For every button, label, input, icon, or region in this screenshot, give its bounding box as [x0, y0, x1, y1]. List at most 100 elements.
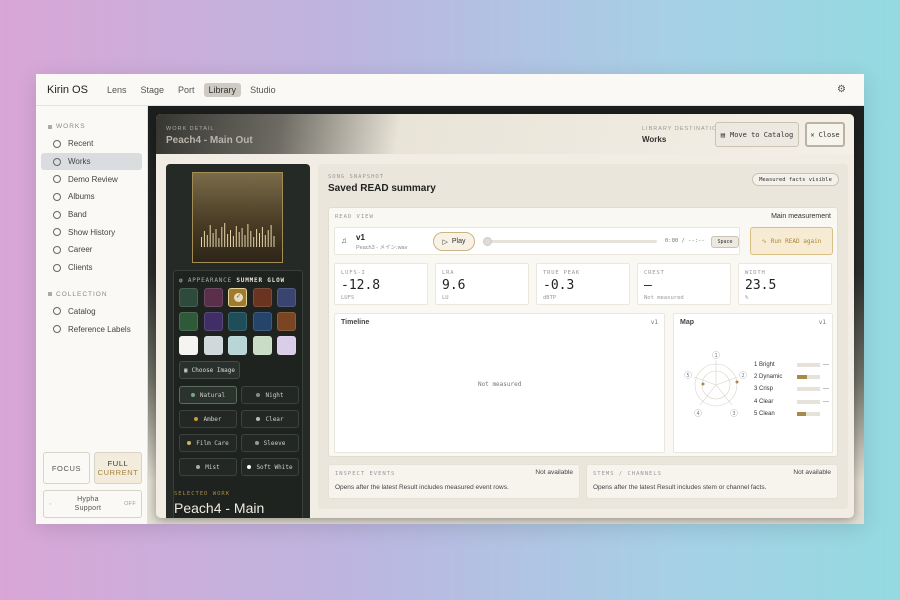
run-read-again-button[interactable]: ∿ Run READ again	[750, 227, 833, 255]
inspect-events-card: INSPECT EVENTS Not available Opens after…	[328, 464, 580, 499]
theme-swatch[interactable]	[252, 336, 272, 355]
mode-label: Natural	[199, 391, 226, 399]
theme-swatch[interactable]: ✓	[228, 288, 247, 307]
map-item-2-dynamic: 2 Dynamic	[754, 371, 829, 383]
sidebar-item-show-history[interactable]: Show History	[41, 223, 142, 241]
map-item-label: 4 Clear	[754, 398, 774, 405]
map-item-bar	[797, 387, 820, 392]
mode-label: Film Care	[196, 439, 229, 447]
sidebar-item-label: Clients	[68, 263, 93, 273]
metric-value: 23.5	[745, 278, 777, 293]
full-current-button[interactable]: FULL CURRENT	[94, 452, 142, 484]
mode-sleeve[interactable]: Sleeve	[241, 434, 299, 452]
theme-swatch[interactable]	[203, 312, 223, 331]
appearance-panel: ◍ APPEARANCE SUMMER GLOW ✓ ▣ Choose Image…	[173, 270, 303, 518]
destination-label: LIBRARY DESTINATION	[642, 126, 723, 132]
archive-icon: ▤	[720, 130, 725, 139]
sidebar-item-reference-labels[interactable]: Reference Labels	[41, 320, 142, 338]
mode-night[interactable]: Night	[241, 386, 299, 404]
theme-swatch[interactable]	[252, 288, 272, 307]
timeline-version: v1	[650, 319, 658, 326]
theme-swatch[interactable]	[277, 336, 296, 355]
focus-button[interactable]: FOCUS	[43, 452, 90, 484]
map-label: Map	[680, 319, 694, 326]
metric-width: WIDTH 23.5%	[738, 263, 832, 305]
waveform-bar	[247, 224, 249, 247]
mode-amber[interactable]: Amber	[179, 410, 237, 428]
sidebar-item-label: Band	[68, 210, 87, 220]
sidebar-item-recent[interactable]: Recent	[41, 135, 142, 153]
map-item-label: 5 Clean	[754, 410, 775, 417]
metric-key: LRA	[442, 270, 455, 276]
check-icon: ✓	[234, 293, 243, 302]
brand-name: Kirin OS	[47, 83, 88, 96]
nav-port[interactable]: Port	[173, 83, 200, 97]
mode-label: Amber	[203, 415, 222, 423]
mode-natural[interactable]: Natural	[179, 386, 237, 404]
mode-mist[interactable]: Mist	[179, 458, 237, 476]
metric-unit: %	[745, 295, 749, 301]
metric-key: LUFS-I	[341, 270, 366, 276]
mode-label: Mist	[205, 463, 220, 471]
chart-icon	[53, 245, 61, 254]
play-button[interactable]: ▷ Play	[433, 232, 475, 251]
sidebar-item-works[interactable]: Works	[41, 152, 142, 171]
theme-swatch[interactable]	[277, 312, 296, 331]
theme-swatch[interactable]	[203, 288, 223, 307]
sidebar-item-career[interactable]: Career	[41, 241, 142, 259]
svg-text:3: 3	[732, 411, 735, 417]
theme-swatch[interactable]	[179, 312, 198, 331]
waveform-bar	[250, 231, 252, 247]
read-view-right: Main measurement	[771, 213, 831, 220]
work-detail-modal: WORK DETAIL Peach4 - Main Out LIBRARY DE…	[156, 114, 854, 518]
theme-swatch[interactable]	[179, 336, 198, 355]
map-item-label: 2 Dynamic	[754, 374, 783, 381]
gear-icon[interactable]: ⚙	[837, 84, 846, 95]
waveform-bar	[221, 227, 223, 247]
nav-lens[interactable]: Lens	[102, 83, 132, 97]
stems-label: STEMS / CHANNELS	[593, 471, 662, 477]
person-icon	[53, 263, 61, 272]
theme-swatch[interactable]	[228, 336, 247, 355]
mode-film-care[interactable]: Film Care	[179, 434, 237, 452]
waveform-bar	[209, 225, 211, 247]
theme-swatch[interactable]	[179, 288, 198, 307]
sidebar-item-albums[interactable]: Albums	[41, 188, 142, 206]
waveform-bar	[215, 229, 217, 247]
theme-swatch[interactable]	[203, 336, 223, 355]
theme-swatch[interactable]	[277, 288, 296, 307]
close-button[interactable]: ✕ Close	[805, 122, 845, 147]
mode-clear[interactable]: Clear	[241, 410, 299, 428]
sidebar-item-clients[interactable]: Clients	[41, 259, 142, 277]
nav-studio[interactable]: Studio	[245, 83, 281, 97]
seek-slider[interactable]	[483, 237, 657, 246]
sidebar-item-demo-review[interactable]: Demo Review	[41, 170, 142, 188]
hypha-support-toggle[interactable]: ◦ Hypha Support OFF	[43, 490, 142, 518]
choose-image-button[interactable]: ▣ Choose Image	[179, 361, 240, 379]
sidebar-item-label: Albums	[68, 192, 95, 202]
metric-value: —	[644, 278, 652, 293]
time-display: 0:00 / --:--	[665, 238, 705, 244]
grid-icon	[53, 307, 61, 316]
sidebar: WORKS Recent Works Demo Review Albums Band Sh…	[36, 106, 148, 524]
sidebar-item-catalog[interactable]: Catalog	[41, 303, 142, 321]
mode-label: Sleeve	[263, 439, 286, 447]
support-state: OFF	[124, 501, 136, 507]
svg-text:4: 4	[696, 411, 699, 417]
theme-swatch[interactable]	[252, 312, 272, 331]
theme-swatch[interactable]	[228, 312, 247, 331]
nav-library[interactable]: Library	[203, 82, 242, 97]
waveform-bar	[201, 237, 202, 247]
headphones-icon	[53, 175, 61, 184]
mode-soft-white[interactable]: Soft White	[241, 458, 299, 476]
sidebar-item-band[interactable]: Band	[41, 206, 142, 224]
image-icon: ▣	[184, 366, 188, 374]
sidebar-item-label: Catalog	[68, 306, 96, 316]
nav-stage[interactable]: Stage	[136, 83, 170, 97]
move-to-catalog-button[interactable]: ▤ Move to Catalog	[715, 122, 799, 147]
timeline-card: Timeline v1 Not measured	[334, 313, 665, 453]
waveform-bar	[244, 235, 246, 247]
sidebar-item-label: Works	[68, 157, 91, 167]
calendar-icon	[53, 228, 61, 237]
waveform-bar	[232, 236, 234, 247]
